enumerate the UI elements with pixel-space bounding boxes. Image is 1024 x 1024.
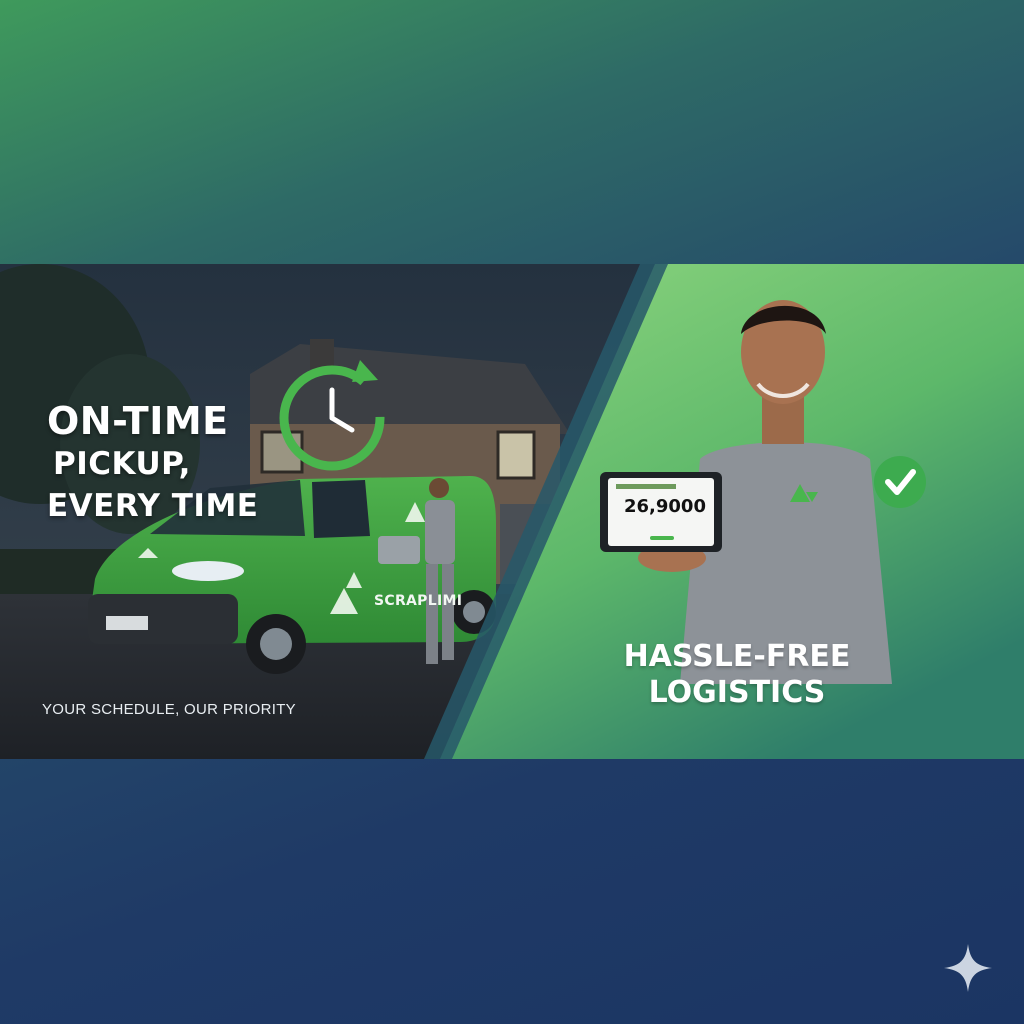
headline-ontime: ON-TIME PICKUP, EVERY TIME xyxy=(47,399,258,527)
headline-line-1: ON-TIME xyxy=(47,399,229,443)
van-brand-text: SCRAPLIMI xyxy=(374,593,463,609)
tablet-value: 26,9000 xyxy=(624,496,706,517)
check-circle-icon xyxy=(874,456,926,508)
headline-hassle-free: HASSLE-FREE LOGISTICS xyxy=(612,639,862,711)
headline-line-2: PICKUP, xyxy=(53,446,191,482)
sparkle-icon xyxy=(944,944,992,992)
promo-banner: ON-TIME PICKUP, EVERY TIME SCRAPLIMI YOU… xyxy=(0,264,1024,759)
right-headline-line-2: LOGISTICS xyxy=(648,675,826,710)
right-headline-line-1: HASSLE-FREE xyxy=(623,639,851,674)
tagline: YOUR SCHEDULE, OUR PRIORITY xyxy=(42,701,296,718)
headline-line-3: EVERY TIME xyxy=(47,488,259,524)
